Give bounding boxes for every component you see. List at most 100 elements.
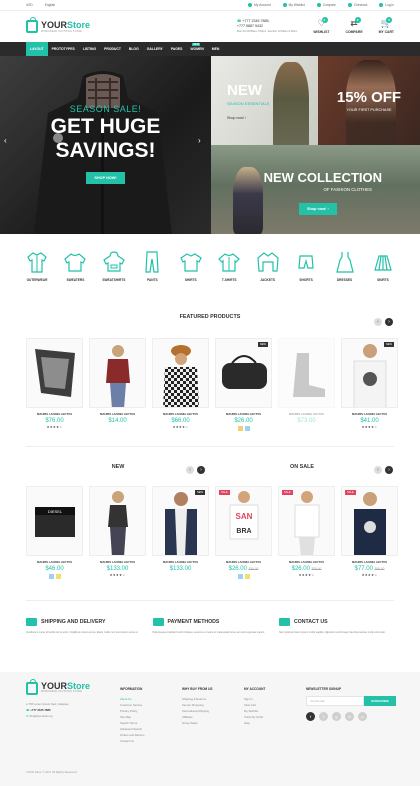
nav-pages[interactable]: PAGES [167,42,187,56]
banner1-shop-link[interactable]: Shop now! › [227,116,246,120]
nav-men[interactable]: MEN [208,42,224,56]
compare-link[interactable]: Compare [316,3,336,7]
slider-prev-icon[interactable]: ‹ [4,136,7,145]
product-name[interactable]: MAURIS LACINIA LECTUS [289,412,324,416]
banner1-subtitle: SEASON ESSENTIALS [227,101,270,106]
category-shirts[interactable]: SHIRTS [174,250,208,282]
category-pants[interactable]: PANTS [135,250,169,282]
product-card[interactable]: SAN BRA SALE MAURIS LACINIA LECTUS $26.00 … [215,486,272,579]
new-title: NEW [111,464,125,470]
chevron-left-icon[interactable]: ‹ [186,466,194,474]
nav-layout[interactable]: LAYOUT [26,42,48,56]
product-card[interactable]: MAURIS LACINIA LECTUS $73.00 [278,338,335,431]
category-outerwear[interactable]: OUTERWEAR [20,250,54,282]
chevron-right-icon[interactable]: › [197,466,205,474]
footer-link[interactable]: Group Sales [182,720,213,726]
nav-women[interactable]: NEW WOMEN [186,42,207,56]
new-badge: NEW [192,43,200,46]
divider [26,446,394,447]
featured-pager: ‹ › [374,318,393,326]
product-card[interactable]: NEW MAURIS LACINIA LECTUS $26.00 [215,338,272,431]
product-name[interactable]: MAURIS LACINIA LECTUS [37,412,72,416]
linkedin-icon[interactable]: in [345,712,354,721]
product-card[interactable]: NEW MAURIS LACINIA LECTUS $41.00 ★★★★☆ [341,338,398,431]
nav-prototypes[interactable]: PROTOTYPES [48,42,79,56]
facebook-icon[interactable]: f [306,712,315,721]
product-card[interactable]: NEW MAURIS LACINIA LECTUS $133.00 [152,486,209,579]
chevron-right-icon[interactable]: › [385,466,393,474]
product-card[interactable]: MAURIS LACINIA LECTUS $14.00 [89,338,146,431]
product-name[interactable]: MAURIS LACINIA LECTUS [226,412,261,416]
product-name[interactable]: MAURIS LACINIA LECTUS [226,560,261,564]
color-swatches[interactable] [237,426,250,431]
product-card[interactable]: MAURIS LACINIA LECTUS $133.00 ★★★★☆ [89,486,146,579]
product-card[interactable]: SALE MAURIS LACINIA LECTUS $26.00 $38.00… [278,486,335,579]
product-name[interactable]: MAURIS LACINIA LECTUS [352,412,387,416]
shopping-bag-icon [26,17,38,33]
product-card[interactable]: SALE MAURIS LACINIA LECTUS $77.00 $89.00… [341,486,398,579]
chevron-right-icon[interactable]: › [385,318,393,326]
compare-button[interactable]: ⇄ 0 COMPARE [346,17,363,34]
chevron-left-icon[interactable]: ‹ [374,318,382,326]
product-image: NEW [341,338,398,408]
top-bar: USD English My Account My Wishlist Compa… [0,0,420,11]
category-jackets[interactable]: JACKETS [251,250,285,282]
nav-blog[interactable]: BLOG [125,42,143,56]
banner2-subtitle: YOUR FIRST PURCHASE [346,108,392,112]
product-name[interactable]: MAURIS LACINIA LECTUS [100,412,135,416]
contact-info: CONTACT US Nam pulvinar lorem ipsum moll… [279,618,394,635]
nav-listing[interactable]: LISTING [79,42,100,56]
currency-select[interactable]: USD [26,3,33,7]
product-card[interactable]: DIESEL MAURIS LACINIA LECTUS $46.00 [26,486,83,579]
color-swatches[interactable] [237,574,250,579]
product-name[interactable]: MAURIS LACINIA LECTUS [163,560,198,564]
category-dresses[interactable]: DRESSES [328,250,362,282]
checkout-link[interactable]: Checkout [347,3,367,7]
chevron-left-icon[interactable]: ‹ [374,466,382,474]
category-skirts[interactable]: SKIRTS [366,250,400,282]
opening-hours: Mon-Fri 09:00am-7:00pm, Sat-Sun 10:00am-… [236,30,298,33]
google-plus-icon[interactable]: g [332,712,341,721]
login-link[interactable]: Log in [379,3,394,7]
logo[interactable]: YOURStore WORKWEAR CLOTHING STORE [26,17,90,33]
hero-slider[interactable]: SEASON SALE! GET HUGE SAVINGS! SHOP NOW!… [0,56,211,234]
pinterest-icon[interactable]: p [358,712,367,721]
twitter-icon[interactable]: t [319,712,328,721]
footer-link[interactable]: Contact Us [120,738,145,744]
product-name[interactable]: MAURIS LACINIA LECTUS [352,560,387,564]
cart-button[interactable]: 🛒 0 MY CART [379,17,394,34]
shopping-bag-icon [26,679,38,695]
product-name[interactable]: MAURIS LACINIA LECTUS [100,560,135,564]
hero-kicker: SEASON SALE! [69,104,142,114]
my-wishlist-link[interactable]: My Wishlist [282,3,305,7]
tshirt-icon [218,253,241,272]
category-shorts[interactable]: SHORTS [289,250,323,282]
language-select[interactable]: English [45,3,55,7]
footer-logo[interactable]: YOURStore WORKWEAR CLOTHING STORE [26,679,90,695]
banner-new-season[interactable]: NEW SEASON ESSENTIALS Shop now! › [211,56,318,145]
banner-discount[interactable]: 15% OFF YOUR FIRST PURCHASE [318,56,420,145]
product-card[interactable]: MAURIS LACINIA LECTUS $66.00 ★★★★☆ [152,338,209,431]
my-account-link[interactable]: My Account [248,3,271,7]
color-swatches[interactable] [48,574,61,579]
product-name[interactable]: MAURIS LACINIA LECTUS [37,560,72,564]
footer-link[interactable]: Help [244,720,265,726]
nav-gallery[interactable]: GALLERY [143,42,167,56]
footer-email[interactable]: info@demolink.org [29,714,52,718]
product-name[interactable]: MAURIS LACINIA LECTUS [163,412,198,416]
hero-shop-now-button[interactable]: SHOP NOW! [86,172,125,184]
slider-next-icon[interactable]: › [198,136,201,145]
banner-new-collection[interactable]: NEW COLLECTION OF FASHION CLOTHES Shop n… [211,145,420,234]
truck-icon [26,618,37,626]
newsletter-title: NEWSLETTER SIGNUP [306,687,342,691]
subscribe-button[interactable]: SUBSCRIBE [364,696,396,706]
wishlist-button[interactable]: ♡ 0 WISHLIST [313,17,330,34]
category-sweatshirts[interactable]: SWEATSHIRTS [97,250,131,282]
newsletter-email-input[interactable]: Your E-mail [306,696,364,706]
product-card[interactable]: MAURIS LACINIA LECTUS $76.00 ★★★★☆ [26,338,83,431]
category-t-shirts[interactable]: T-SHIRTS [212,250,246,282]
banner3-shop-button[interactable]: Shop now! › [299,203,337,215]
category-sweaters[interactable]: SWEATERS [58,250,92,282]
nav-product[interactable]: PRODUCT [100,42,125,56]
product-name[interactable]: MAURIS LACINIA LECTUS [289,560,324,564]
